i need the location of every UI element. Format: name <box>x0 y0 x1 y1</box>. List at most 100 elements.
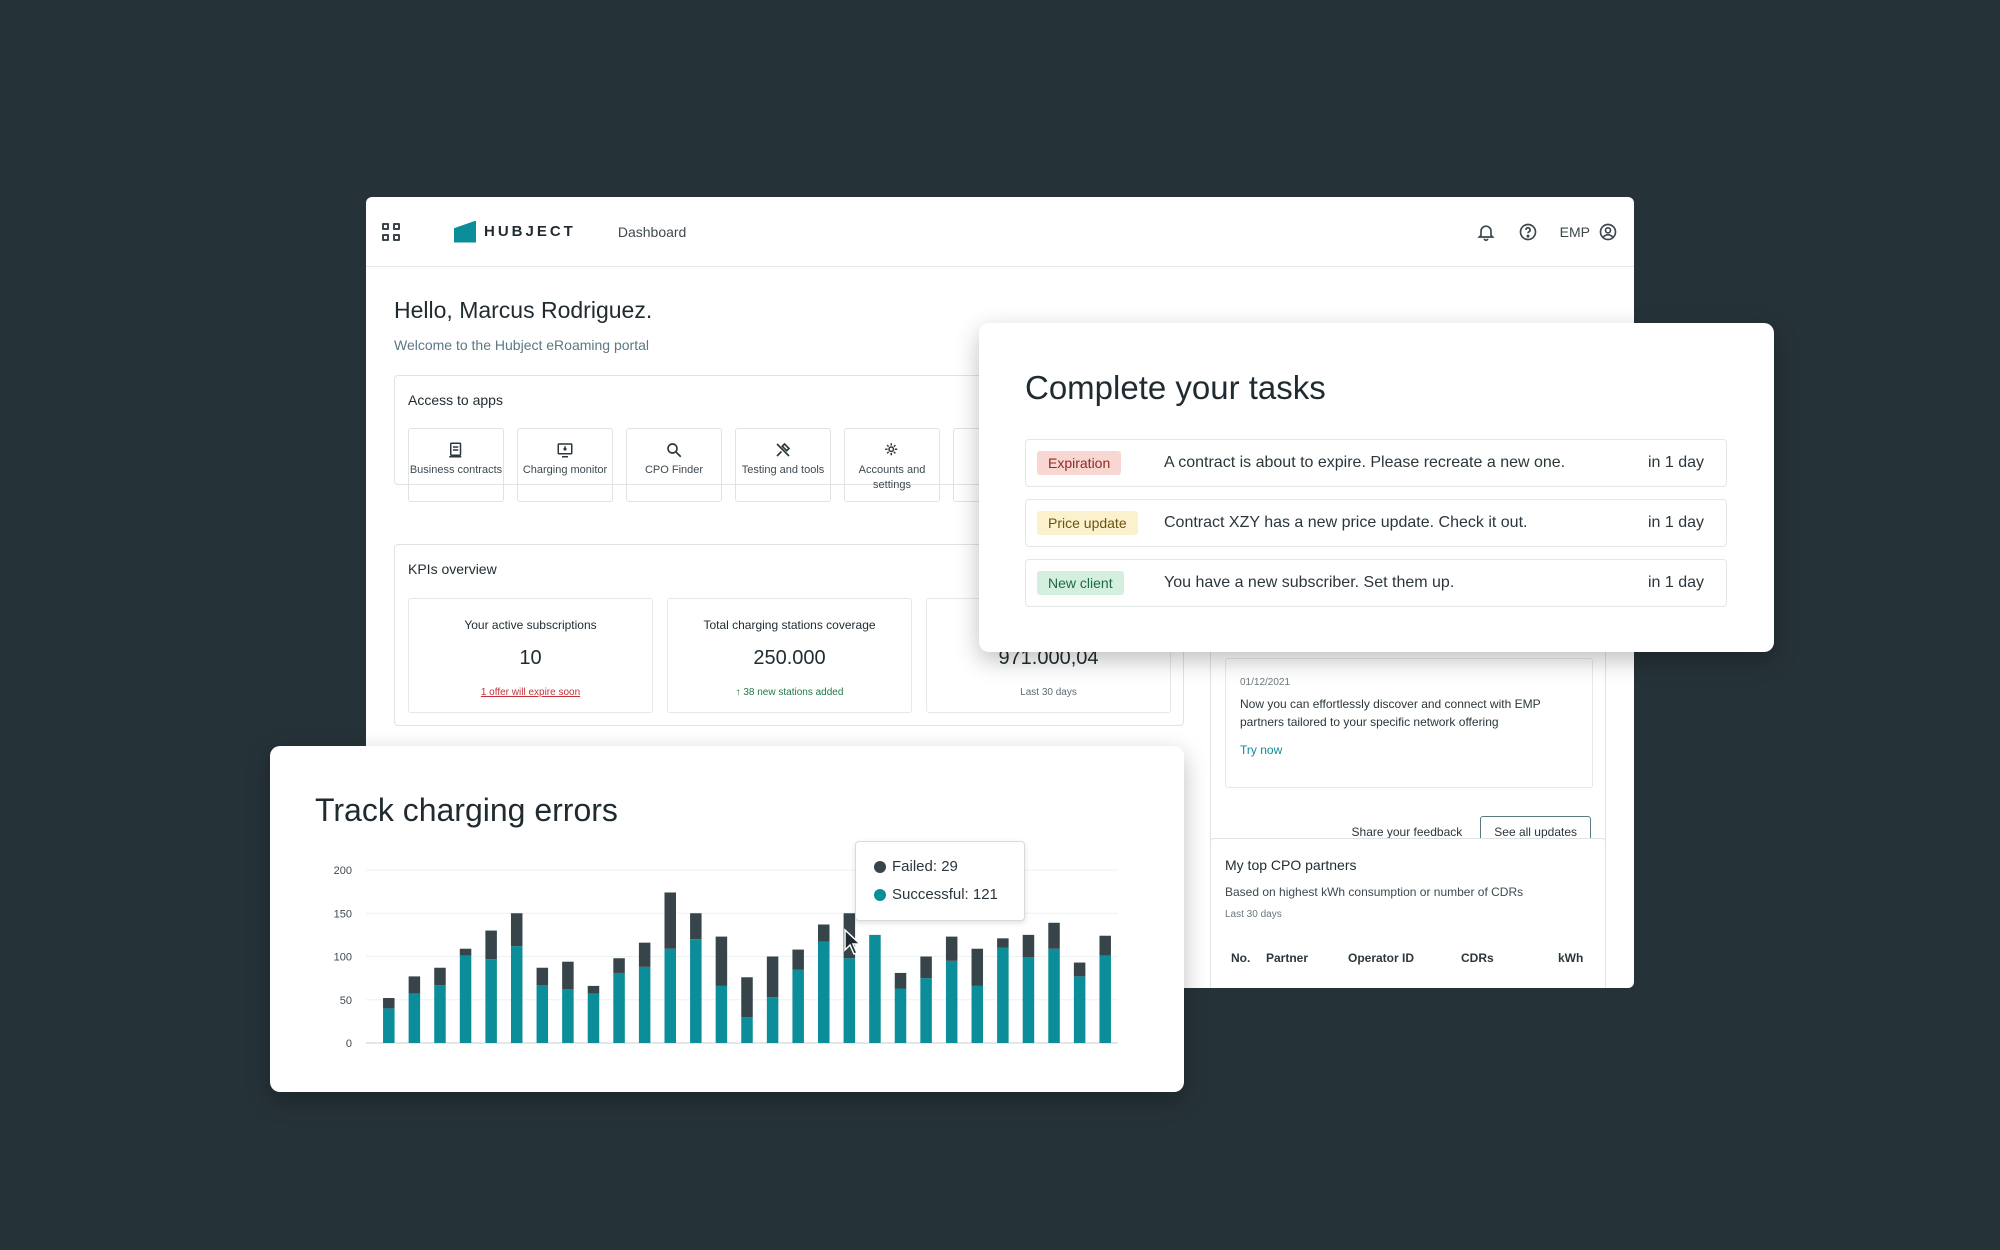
status-badge: Expiration <box>1037 451 1122 475</box>
app-tile-label: CPO Finder <box>644 464 704 476</box>
bar-successful <box>587 993 600 1043</box>
tasks-card: Complete your tasks Expiration A contrac… <box>979 323 1774 652</box>
logo-mark-icon <box>454 220 476 243</box>
kpi-card-subscriptions: Your active subscriptions 10 1 offer wil… <box>408 598 653 713</box>
bar-failed <box>587 985 600 994</box>
status-badge: Price update <box>1037 511 1138 535</box>
app-tile-label: Accounts and settings <box>858 464 926 491</box>
status-badge: New client <box>1037 571 1124 595</box>
column-header[interactable]: Operator ID <box>1348 951 1414 965</box>
y-tick-label: 0 <box>346 1038 352 1050</box>
bar-failed <box>818 924 830 942</box>
bar-successful <box>408 993 421 1043</box>
cpo-partners-panel: My top CPO partners Based on highest kWh… <box>1210 838 1606 988</box>
update-date: 01/12/2021 <box>1240 677 1291 688</box>
top-bar: HUBJECT Dashboard EMP <box>366 197 1634 267</box>
app-tile-charging-monitor[interactable]: Charging monitor <box>517 428 613 502</box>
kpi-note: ↑ 38 new stations added <box>668 687 911 698</box>
search-icon <box>667 443 682 458</box>
account-menu[interactable]: EMP <box>1560 222 1618 242</box>
bar-failed <box>434 967 446 986</box>
bar-successful <box>818 941 830 1043</box>
app-tile-label: Charging monitor <box>522 464 608 476</box>
bar-successful <box>766 997 779 1043</box>
app-tile-business-contracts[interactable]: Business contracts <box>408 428 504 502</box>
kpi-label: Total charging stations coverage <box>703 618 876 632</box>
task-text: Contract XZY has a new price update. Che… <box>1164 514 1528 531</box>
y-tick-label: 50 <box>340 995 352 1007</box>
bar-failed <box>510 913 523 947</box>
bar-failed <box>1022 934 1035 958</box>
bar-successful <box>536 985 549 1043</box>
bar-successful <box>434 985 446 1043</box>
greeting-title: Hello, Marcus Rodriguez. <box>394 297 653 323</box>
bar-successful <box>664 948 676 1043</box>
task-row[interactable]: Expiration A contract is about to expire… <box>1025 439 1727 487</box>
column-header[interactable]: CDRs <box>1461 951 1494 965</box>
document-icon <box>449 442 462 458</box>
task-row[interactable]: Price update Contract XZY has a new pric… <box>1025 499 1727 547</box>
bar-failed <box>638 942 651 967</box>
app-tile-accounts-settings[interactable]: Accounts and settings <box>844 428 940 502</box>
app-tile-testing-tools[interactable]: Testing and tools <box>735 428 831 502</box>
bar-failed <box>383 998 395 1009</box>
logo[interactable]: HUBJECT <box>454 220 576 243</box>
tooltip-successful-text: Successful: 121 <box>892 886 998 903</box>
y-tick-label: 200 <box>334 865 352 877</box>
bar-successful <box>510 946 523 1043</box>
try-now-link[interactable]: Try now <box>1240 743 1282 757</box>
failed-dot-icon <box>874 860 886 873</box>
settings-icon <box>885 443 898 456</box>
bar-successful <box>383 1008 395 1043</box>
column-header[interactable]: No. <box>1231 951 1250 965</box>
bar-successful <box>997 947 1009 1043</box>
column-header[interactable]: kWh <box>1558 951 1583 965</box>
bar-successful <box>843 958 856 1043</box>
bar-successful <box>971 985 984 1043</box>
bar-failed <box>997 938 1009 948</box>
bar-successful <box>869 934 881 1043</box>
kpi-note: Last 30 days <box>1020 687 1077 698</box>
bar-failed <box>690 913 702 940</box>
task-due: in 1 day <box>1647 454 1704 471</box>
help-icon[interactable] <box>1518 222 1538 242</box>
role-label: EMP <box>1559 224 1590 240</box>
bell-icon[interactable] <box>1476 222 1496 242</box>
bar-failed <box>920 956 932 979</box>
app-tile-cpo-finder[interactable]: CPO Finder <box>626 428 722 502</box>
y-tick-label: 100 <box>334 952 352 964</box>
bar-successful <box>690 939 702 1043</box>
user-icon <box>1599 223 1617 241</box>
successful-dot-icon <box>874 888 886 901</box>
kpi-value: 250.000 <box>753 647 826 669</box>
tasks-title: Complete your tasks <box>1025 369 1326 406</box>
charging-errors-chart: 0 50 100 150 200 <box>334 865 1118 1050</box>
column-header[interactable]: Partner <box>1266 951 1308 965</box>
nav-dashboard[interactable]: Dashboard <box>618 224 687 240</box>
charging-errors-card: Track charging errors 0 50 100 150 200 Faile… <box>270 746 1184 1092</box>
task-text: You have a new subscriber. Set them up. <box>1164 574 1455 591</box>
greeting-subtitle: Welcome to the Hubject eRoaming portal <box>394 337 649 353</box>
bar-failed <box>664 892 676 949</box>
kpi-card-coverage: Total charging stations coverage 250.000… <box>667 598 912 713</box>
bar-failed <box>562 961 574 990</box>
app-grid-icon[interactable] <box>382 222 400 241</box>
tooltip-failed-text: Failed: 29 <box>892 858 958 875</box>
task-row[interactable]: New client You have a new subscriber. Se… <box>1025 559 1727 607</box>
update-card: 01/12/2021 Now you can effortlessly disc… <box>1225 658 1593 788</box>
bar-successful <box>1022 957 1035 1043</box>
kpi-note-link[interactable]: 1 offer will expire soon <box>409 687 652 698</box>
bar-successful <box>894 988 907 1043</box>
monitor-icon <box>557 443 573 458</box>
bar-failed <box>459 948 472 956</box>
share-feedback-link[interactable]: Share your feedback <box>1352 825 1463 839</box>
kpi-label: Your active subscriptions <box>464 618 597 632</box>
bar-successful <box>613 972 625 1043</box>
kpi-note-text: 38 new stations added <box>743 687 844 698</box>
bar-successful <box>485 959 497 1043</box>
update-text: Now you can effortlessly discover and co… <box>1240 697 1541 729</box>
bar-failed <box>536 967 549 986</box>
bar-successful <box>945 960 958 1043</box>
cpo-title: My top CPO partners <box>1225 857 1357 873</box>
bar-successful <box>562 989 574 1043</box>
